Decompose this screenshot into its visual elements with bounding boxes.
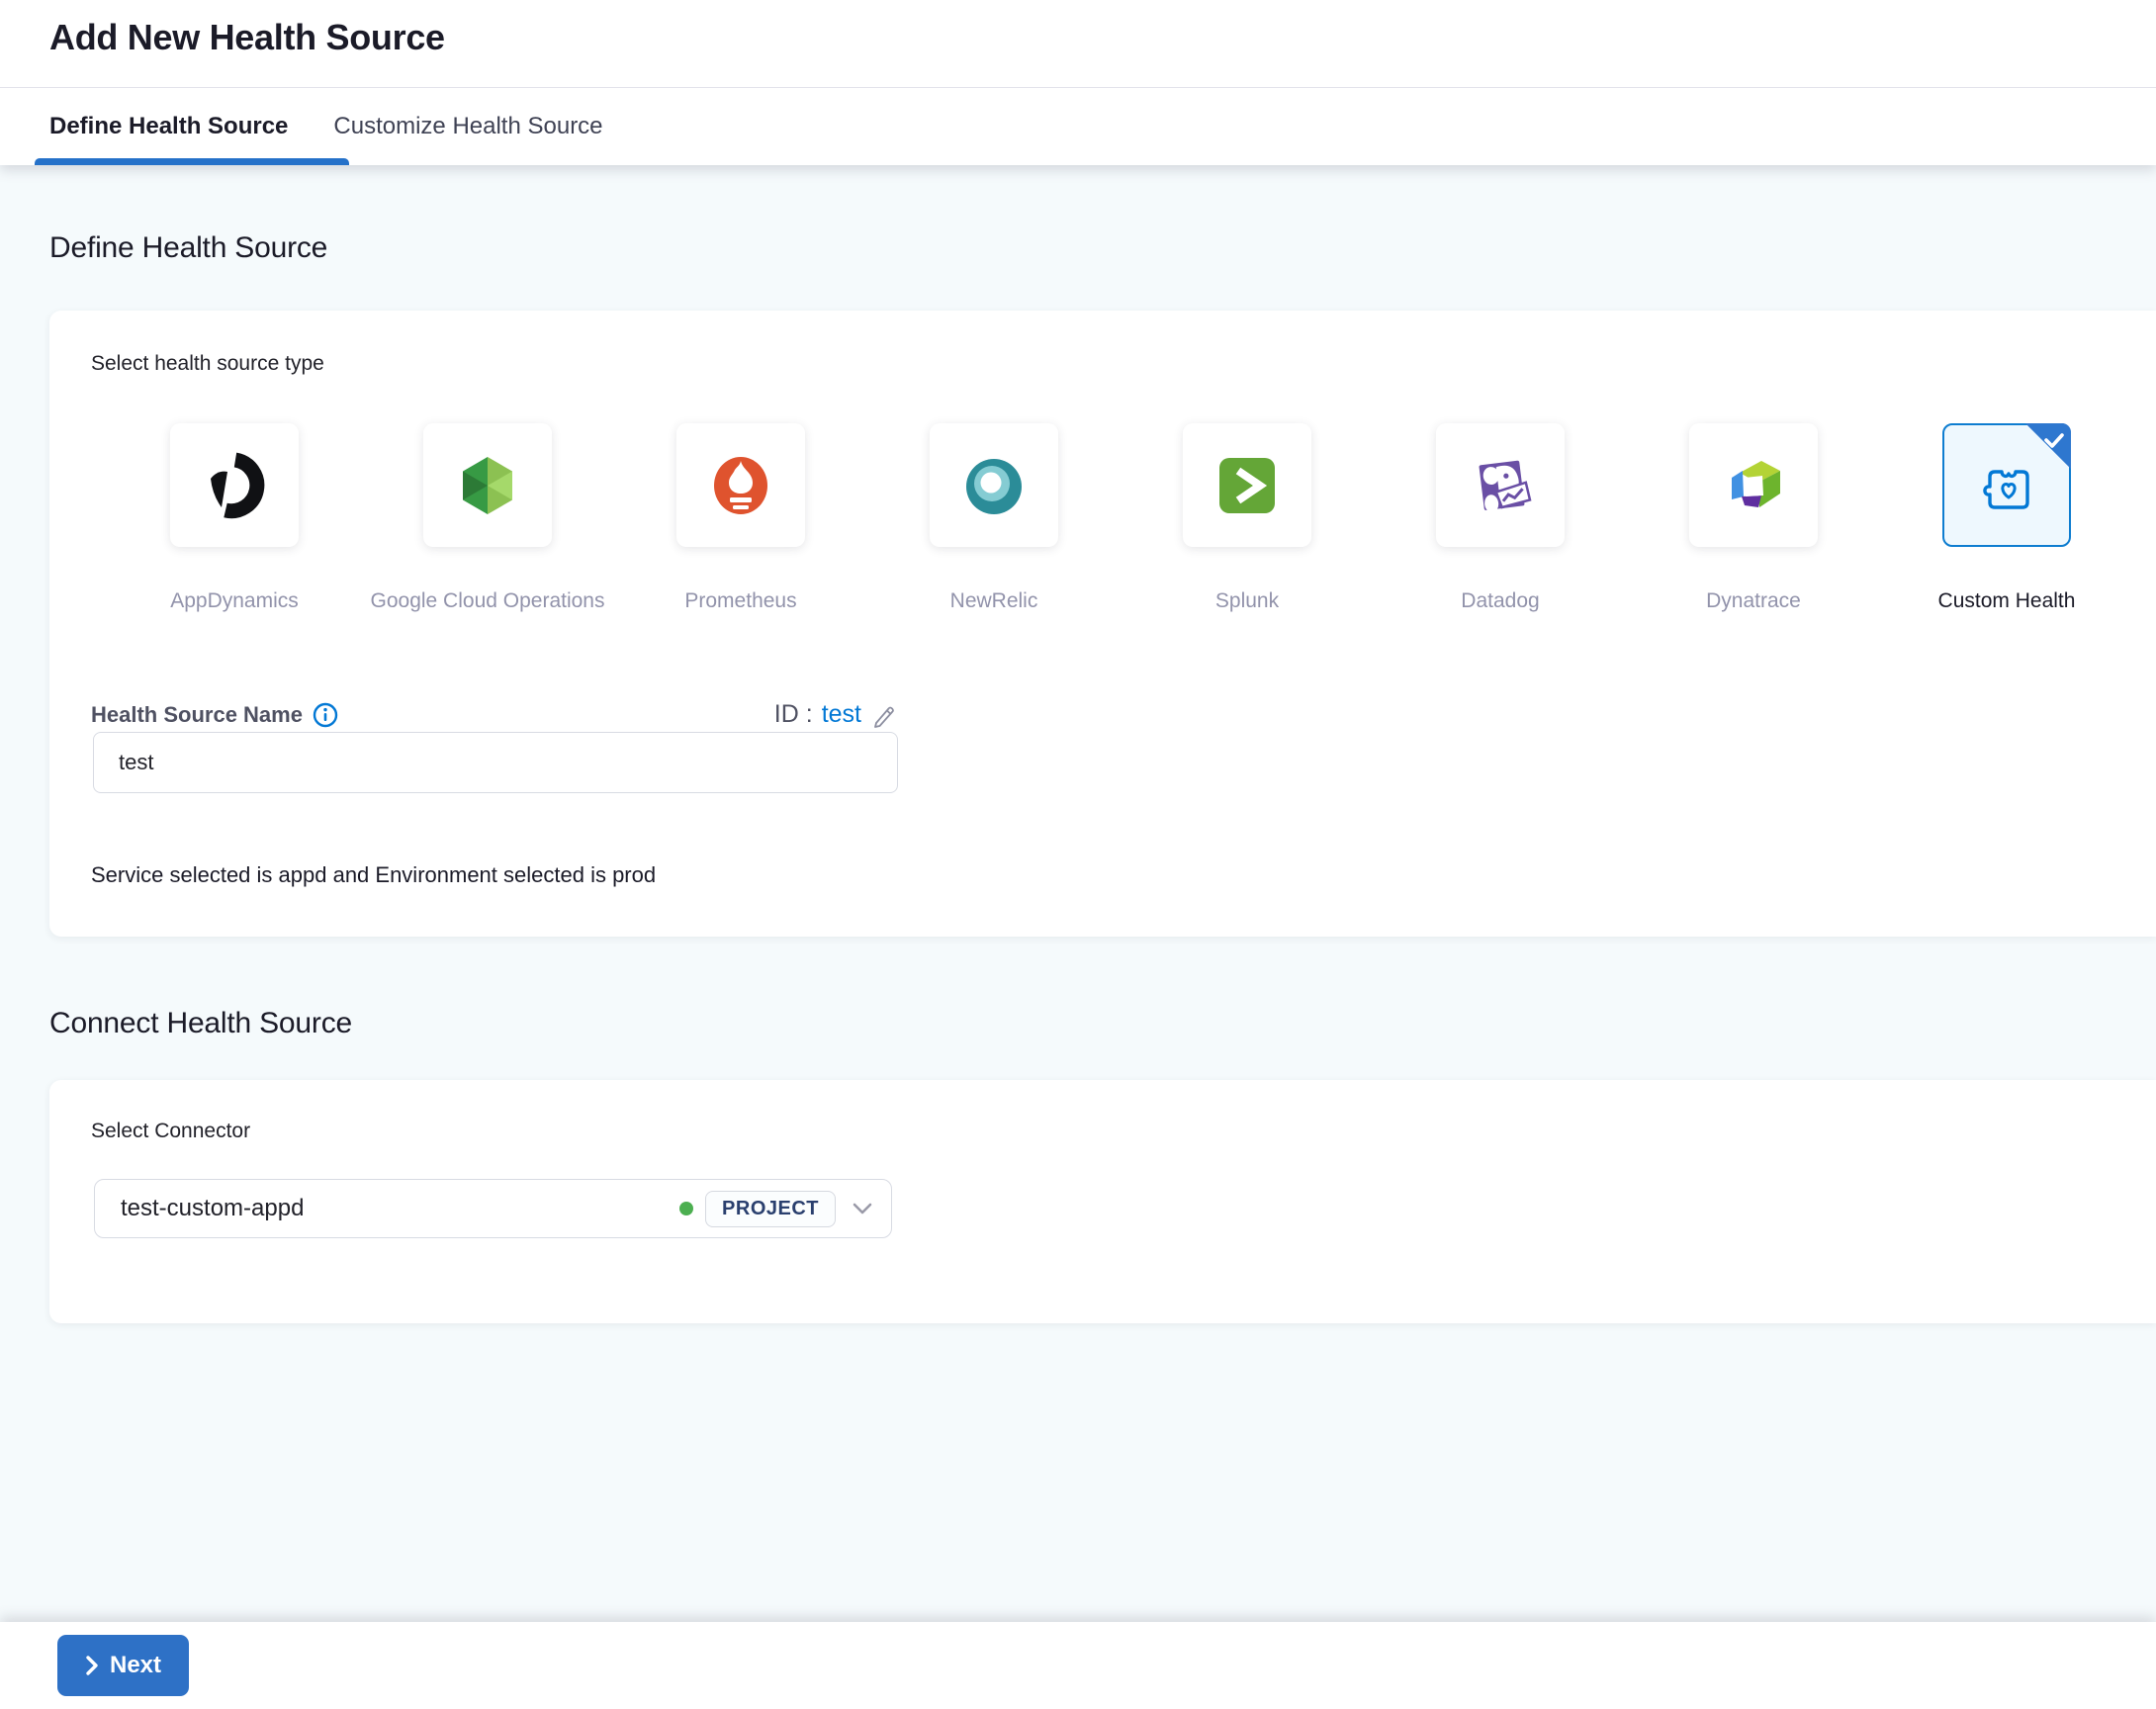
- next-chevron-icon: [85, 1655, 99, 1676]
- source-card-box: [1942, 423, 2071, 547]
- connect-section-heading: Connect Health Source: [49, 1007, 352, 1039]
- next-button[interactable]: Next: [57, 1635, 190, 1696]
- source-label: Datadog: [1461, 589, 1540, 612]
- source-label: Prometheus: [684, 589, 797, 612]
- source-label: AppDynamics: [170, 589, 299, 612]
- id-value: test: [821, 700, 861, 728]
- service-environment-note: Service selected is appd and Environment…: [91, 862, 657, 887]
- source-card-box: [170, 423, 299, 547]
- appdynamics-icon: [199, 450, 270, 521]
- select-health-source-type-label: Select health source type: [91, 352, 324, 375]
- prometheus-icon: [705, 450, 776, 521]
- google-cloud-operations-icon: [452, 450, 523, 521]
- modal-header: Add New Health Source Define Health Sour…: [0, 0, 2156, 165]
- add-health-source-modal: Add New Health Source Define Health Sour…: [0, 0, 2156, 1709]
- source-label: Custom Health: [1937, 589, 2076, 612]
- info-icon[interactable]: [313, 702, 338, 728]
- edit-pencil-icon[interactable]: [870, 701, 898, 729]
- health-source-name-input[interactable]: [93, 732, 898, 793]
- modal-footer: Next: [0, 1622, 2156, 1709]
- status-dot-icon: [679, 1202, 694, 1215]
- source-label: Google Cloud Operations: [370, 589, 605, 612]
- source-card-datadog[interactable]: Datadog: [1436, 423, 1565, 621]
- source-card-dynatrace[interactable]: Dynatrace: [1689, 423, 1818, 621]
- define-section-heading: Define Health Source: [49, 231, 328, 264]
- source-card-custom-health[interactable]: Custom Health: [1938, 423, 2075, 621]
- source-card-google-cloud-operations[interactable]: Google Cloud Operations: [371, 423, 604, 621]
- active-tab-underline: [35, 158, 349, 165]
- health-source-name-label: Health Source Name: [91, 701, 303, 727]
- newrelic-icon: [958, 450, 1030, 521]
- source-card-box: [676, 423, 805, 547]
- source-label: NewRelic: [949, 589, 1038, 612]
- source-card-appdynamics[interactable]: AppDynamics: [170, 423, 299, 621]
- source-card-box: [1436, 423, 1565, 547]
- tab-define-health-source[interactable]: Define Health Source: [49, 113, 288, 140]
- id-display: ID : test: [774, 700, 898, 729]
- datadog-icon: [1465, 450, 1536, 521]
- dynatrace-icon: [1718, 450, 1789, 521]
- connector-select[interactable]: test-custom-appd PROJECT: [94, 1179, 892, 1238]
- splunk-icon: [1212, 450, 1283, 521]
- connector-value: test-custom-appd: [121, 1195, 305, 1221]
- id-prefix-label: ID :: [773, 700, 813, 728]
- source-card-box: [1689, 423, 1818, 547]
- tab-customize-health-source[interactable]: Customize Health Source: [333, 113, 602, 140]
- health-source-name-row: Health Source Name ID : test: [91, 700, 898, 729]
- tab-bar: Define Health Source Customize Health So…: [0, 87, 2156, 165]
- connect-panel: Select Connector test-custom-appd PROJEC…: [49, 1080, 2156, 1323]
- custom-health-icon: [1971, 450, 2042, 521]
- chevron-down-icon[interactable]: [852, 1202, 873, 1215]
- source-card-newrelic[interactable]: NewRelic: [930, 423, 1058, 621]
- page-title: Add New Health Source: [49, 17, 445, 57]
- check-icon: [2044, 433, 2064, 448]
- next-button-label: Next: [110, 1652, 162, 1678]
- define-panel: Select health source type AppDynamics Go…: [49, 311, 2156, 937]
- source-card-prometheus[interactable]: Prometheus: [676, 423, 805, 621]
- select-connector-label: Select Connector: [91, 1120, 251, 1142]
- source-label: Splunk: [1214, 589, 1280, 612]
- source-card-box: [930, 423, 1058, 547]
- scope-badge: PROJECT: [705, 1190, 836, 1227]
- source-label: Dynatrace: [1706, 589, 1801, 612]
- source-card-splunk[interactable]: Splunk: [1183, 423, 1311, 621]
- source-card-box: [423, 423, 552, 547]
- source-card-box: [1183, 423, 1311, 547]
